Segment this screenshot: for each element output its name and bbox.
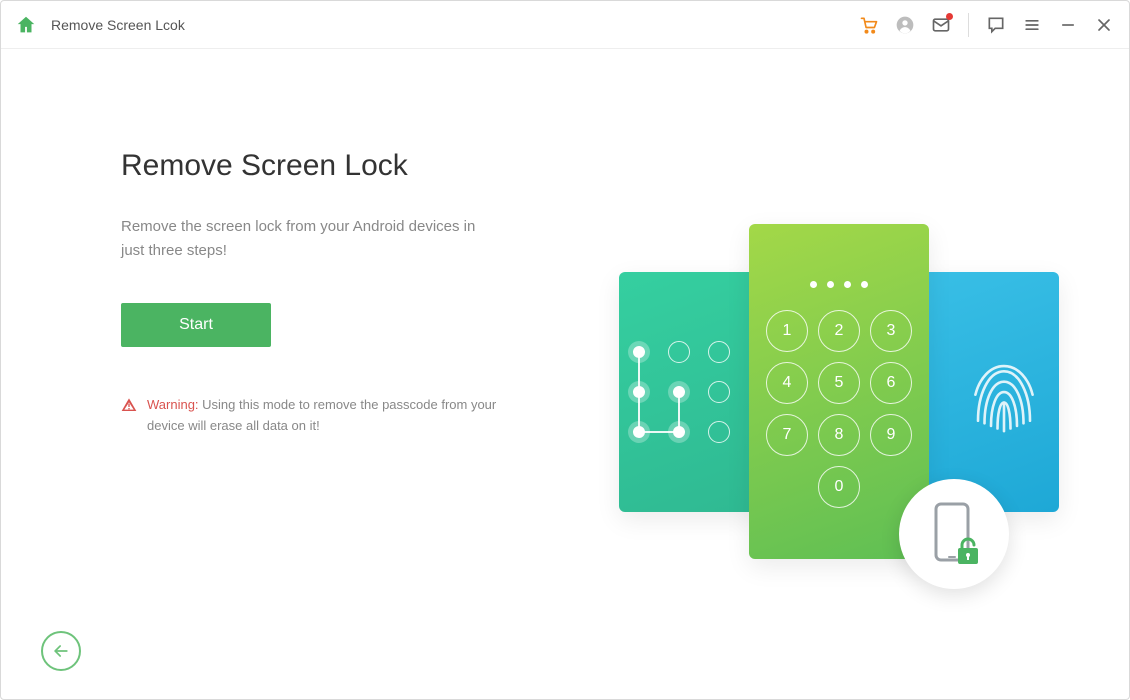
keypad-card: 1 2 3 4 5 6 7 8 9 0 — [749, 224, 929, 559]
menu-icon[interactable] — [1021, 14, 1043, 36]
warning-row: Warning: Using this mode to remove the p… — [121, 395, 521, 437]
mail-icon[interactable] — [930, 14, 952, 36]
cart-icon[interactable] — [858, 14, 880, 36]
main-heading: Remove Screen Lock — [121, 149, 561, 183]
phone-unlock-badge — [899, 479, 1009, 589]
key-7: 7 — [766, 414, 808, 456]
page-title: Remove Screen Lcok — [51, 17, 185, 33]
home-icon[interactable] — [15, 14, 37, 36]
account-icon[interactable] — [894, 14, 916, 36]
warning-label: Warning: — [147, 397, 199, 412]
pattern-grid — [624, 337, 734, 447]
pin-dots — [810, 281, 868, 288]
keypad: 1 2 3 4 5 6 7 8 9 0 — [766, 310, 912, 508]
fingerprint-card — [909, 272, 1059, 512]
key-3: 3 — [870, 310, 912, 352]
separator — [968, 13, 969, 37]
key-0: 0 — [818, 466, 860, 508]
key-4: 4 — [766, 362, 808, 404]
key-9: 9 — [870, 414, 912, 456]
minimize-icon[interactable] — [1057, 14, 1079, 36]
warning-icon — [121, 397, 137, 418]
key-6: 6 — [870, 362, 912, 404]
key-2: 2 — [818, 310, 860, 352]
key-8: 8 — [818, 414, 860, 456]
warning-body: Using this mode to remove the passcode f… — [147, 397, 496, 433]
titlebar-actions — [858, 13, 1115, 37]
app-window: Remove Screen Lcok — [0, 0, 1130, 700]
illustration: 1 2 3 4 5 6 7 8 9 0 — [619, 224, 1059, 564]
warning-text: Warning: Using this mode to remove the p… — [147, 395, 521, 437]
start-button[interactable]: Start — [121, 303, 271, 347]
back-button[interactable] — [41, 631, 81, 671]
main-description: Remove the screen lock from your Android… — [121, 215, 501, 263]
key-1: 1 — [766, 310, 808, 352]
pattern-card — [619, 272, 769, 512]
key-5: 5 — [818, 362, 860, 404]
close-icon[interactable] — [1093, 14, 1115, 36]
main-content: Remove Screen Lock Remove the screen loc… — [1, 49, 1129, 699]
title-bar: Remove Screen Lcok — [1, 1, 1129, 49]
left-panel: Remove Screen Lock Remove the screen loc… — [121, 149, 561, 699]
fingerprint-icon — [925, 342, 1043, 442]
feedback-icon[interactable] — [985, 14, 1007, 36]
